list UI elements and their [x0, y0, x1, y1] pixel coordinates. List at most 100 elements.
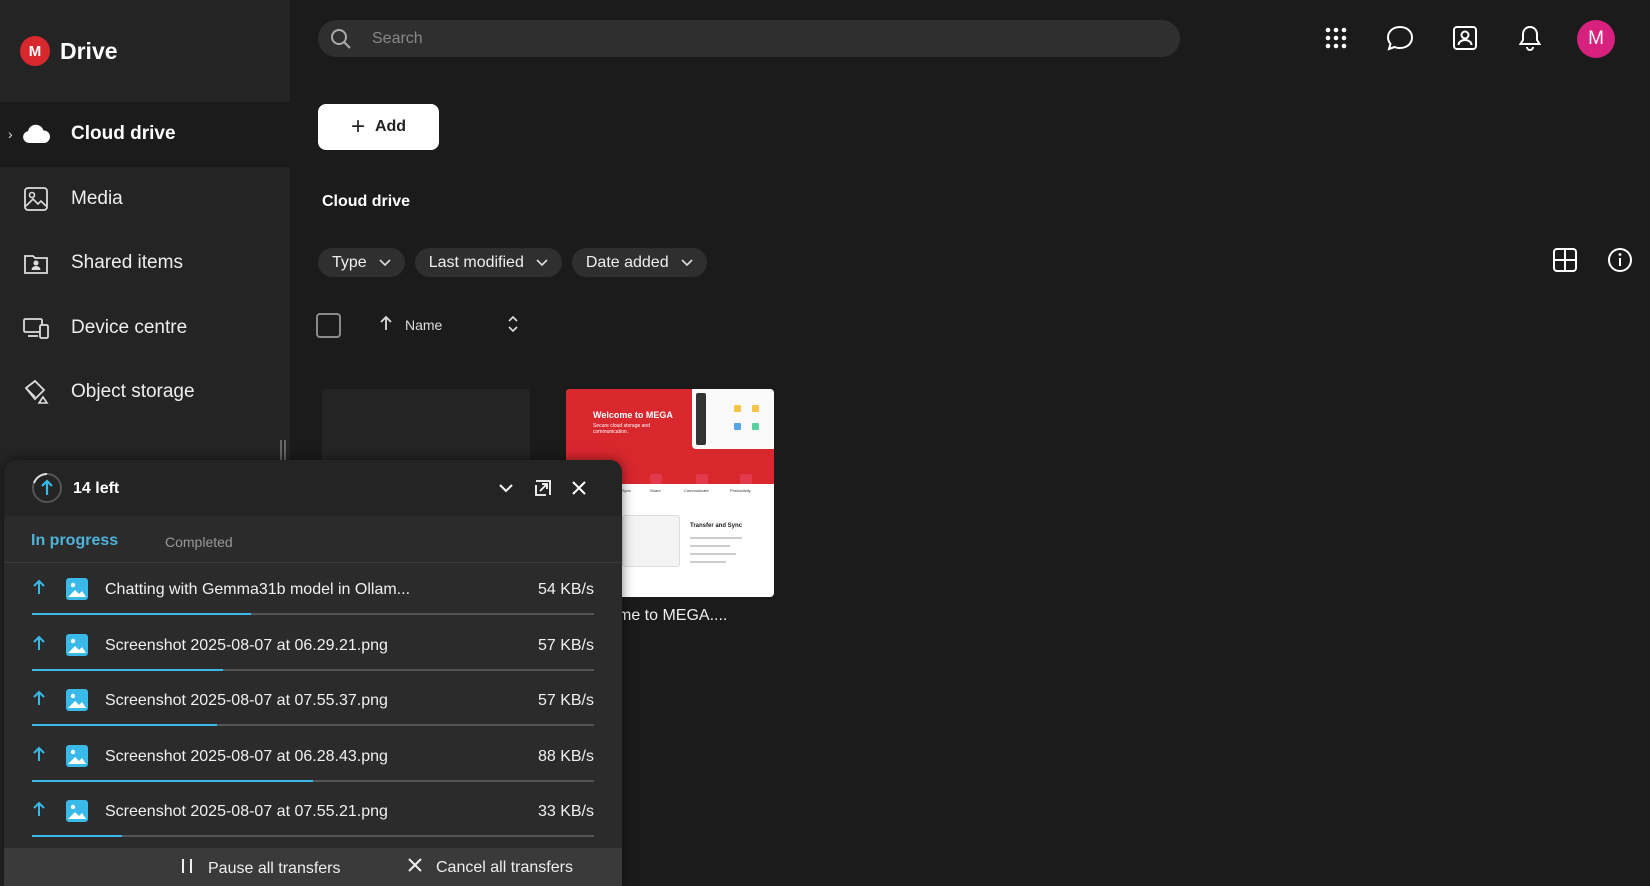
contacts-icon[interactable] [1449, 22, 1481, 54]
transfer-file-name: Screenshot 2025-08-07 at 07.55.21.png [105, 803, 388, 820]
filter-type[interactable]: Type [318, 248, 405, 277]
image-file-icon [66, 578, 88, 600]
transfer-row[interactable]: Screenshot 2025-08-07 at 07.55.37.png 57… [4, 674, 622, 730]
app-title: Drive [60, 37, 118, 64]
progress-fill [32, 668, 224, 671]
mega-logo-icon: M [20, 36, 50, 66]
progress-fill [32, 779, 313, 782]
filter-date-added[interactable]: Date added [571, 248, 707, 277]
filter-last-modified[interactable]: Last modified [414, 248, 562, 277]
filter-bar: Type Last modified Date added [318, 248, 707, 277]
info-icon[interactable] [1607, 247, 1633, 278]
bucket-icon [22, 378, 50, 406]
progress-track [32, 835, 594, 837]
page-title: Cloud drive [322, 193, 411, 210]
tab-in-progress[interactable]: In progress [31, 532, 118, 550]
app-logo[interactable]: M Drive [20, 36, 118, 66]
progress-track [32, 613, 594, 615]
arrow-up-icon [32, 635, 46, 656]
bell-icon[interactable] [1514, 22, 1546, 54]
grid-view-icon[interactable] [1552, 247, 1578, 278]
arrow-up-icon[interactable] [378, 314, 394, 337]
thumbnail-sync-title: Transfer and Sync [690, 523, 743, 529]
transfer-list: Chatting with Gemma31b model in Ollam...… [4, 563, 622, 841]
close-icon [408, 858, 422, 877]
sidebar-item-device-centre[interactable]: Device centre [0, 296, 290, 361]
sidebar-item-label: Object storage [71, 381, 195, 403]
sidebar-nav: › Cloud drive Media Shared items Device … [0, 102, 290, 425]
progress-track [32, 724, 594, 726]
image-file-icon [66, 689, 88, 711]
transfer-row[interactable]: Screenshot 2025-08-07 at 06.28.43.png 88… [4, 730, 622, 786]
devices-icon [22, 314, 50, 342]
transfer-header: 14 left [4, 460, 622, 516]
progress-track [32, 779, 594, 782]
chevron-down-icon [379, 254, 391, 272]
pause-icon [180, 858, 194, 879]
transfer-row[interactable]: Screenshot 2025-08-07 at 07.55.21.png 33… [4, 785, 622, 841]
chevron-down-icon[interactable] [494, 476, 518, 500]
cancel-all-label: Cancel all transfers [436, 858, 573, 876]
search-input[interactable] [372, 20, 1152, 57]
image-file-icon [66, 800, 88, 822]
transfer-file-name: Screenshot 2025-08-07 at 06.28.43.png [105, 747, 388, 765]
pause-all-label: Pause all transfers [208, 859, 341, 877]
search-bar[interactable] [318, 20, 1180, 57]
transfer-footer: Pause all transfers Cancel all transfers [4, 848, 622, 886]
expand-icon[interactable] [531, 476, 555, 500]
transfer-speed: 33 KB/s [537, 803, 594, 820]
chat-icon[interactable] [1384, 22, 1416, 54]
progress-fill [32, 724, 218, 726]
image-file-icon [66, 633, 88, 656]
close-icon[interactable] [567, 476, 591, 500]
sidebar-item-label: Media [71, 187, 123, 209]
chevron-right-icon[interactable]: › [8, 126, 13, 142]
arrow-up-icon [32, 801, 46, 822]
transfer-tabs: In progress Completed [4, 516, 622, 563]
sidebar-item-shared-items[interactable]: Shared items [0, 231, 290, 296]
sidebar-resize-handle[interactable] [280, 440, 286, 460]
transfer-file-name: Chatting with Gemma31b model in Ollam... [105, 581, 411, 598]
cloud-icon [22, 120, 50, 148]
thumbnail-subtitle: Secure cloud storage and communication. [593, 423, 650, 435]
thumbnail-feature: Productivity [730, 488, 751, 493]
transfer-file-name: Screenshot 2025-08-07 at 06.29.21.png [105, 636, 388, 654]
transfer-speed: 57 KB/s [537, 692, 594, 709]
plus-icon: + [350, 113, 365, 140]
transfer-file-name: Screenshot 2025-08-07 at 07.55.37.png [105, 692, 388, 709]
filter-label: Type [332, 253, 367, 271]
search-icon [330, 28, 352, 55]
thumbnail-title: Welcome to MEGA [593, 410, 673, 420]
sidebar-item-cloud-drive[interactable]: › Cloud drive [0, 102, 290, 167]
filter-label: Last modified [428, 253, 524, 271]
apps-grid-icon[interactable] [1320, 22, 1352, 54]
pause-all-button[interactable]: Pause all transfers [180, 858, 341, 879]
transfer-row[interactable]: Chatting with Gemma31b model in Ollam...… [4, 563, 622, 619]
add-button-label: Add [374, 118, 407, 135]
file-name[interactable]: me to MEGA.... [618, 607, 727, 625]
progress-track [32, 668, 594, 671]
chevron-down-icon [536, 254, 548, 272]
progress-fill [32, 835, 122, 837]
avatar[interactable]: M [1577, 20, 1615, 58]
select-all-checkbox[interactable] [316, 313, 341, 338]
transfer-title: 14 left [73, 480, 120, 497]
tab-completed[interactable]: Completed [165, 534, 233, 550]
transfer-speed: 88 KB/s [537, 747, 594, 765]
add-button[interactable]: + Add [318, 104, 439, 150]
sidebar-item-media[interactable]: Media [0, 167, 290, 232]
sort-toggle-icon[interactable] [506, 313, 520, 340]
transfer-row[interactable]: Screenshot 2025-08-07 at 06.29.21.png 57… [4, 619, 622, 675]
arrow-up-icon [32, 579, 46, 600]
thumbnail-feature: Communicate [684, 488, 709, 493]
sidebar-item-label: Device centre [71, 316, 188, 338]
filter-label: Date added [585, 253, 669, 271]
cancel-all-button[interactable]: Cancel all transfers [408, 858, 573, 877]
image-icon [22, 185, 50, 213]
image-file-icon [66, 744, 88, 767]
sidebar-item-object-storage[interactable]: Object storage [0, 360, 290, 425]
transfer-speed: 57 KB/s [537, 636, 594, 654]
sort-by-name[interactable]: Name [405, 317, 442, 333]
thumbnail-feature: Share [650, 488, 661, 493]
shared-folder-icon [22, 249, 50, 277]
